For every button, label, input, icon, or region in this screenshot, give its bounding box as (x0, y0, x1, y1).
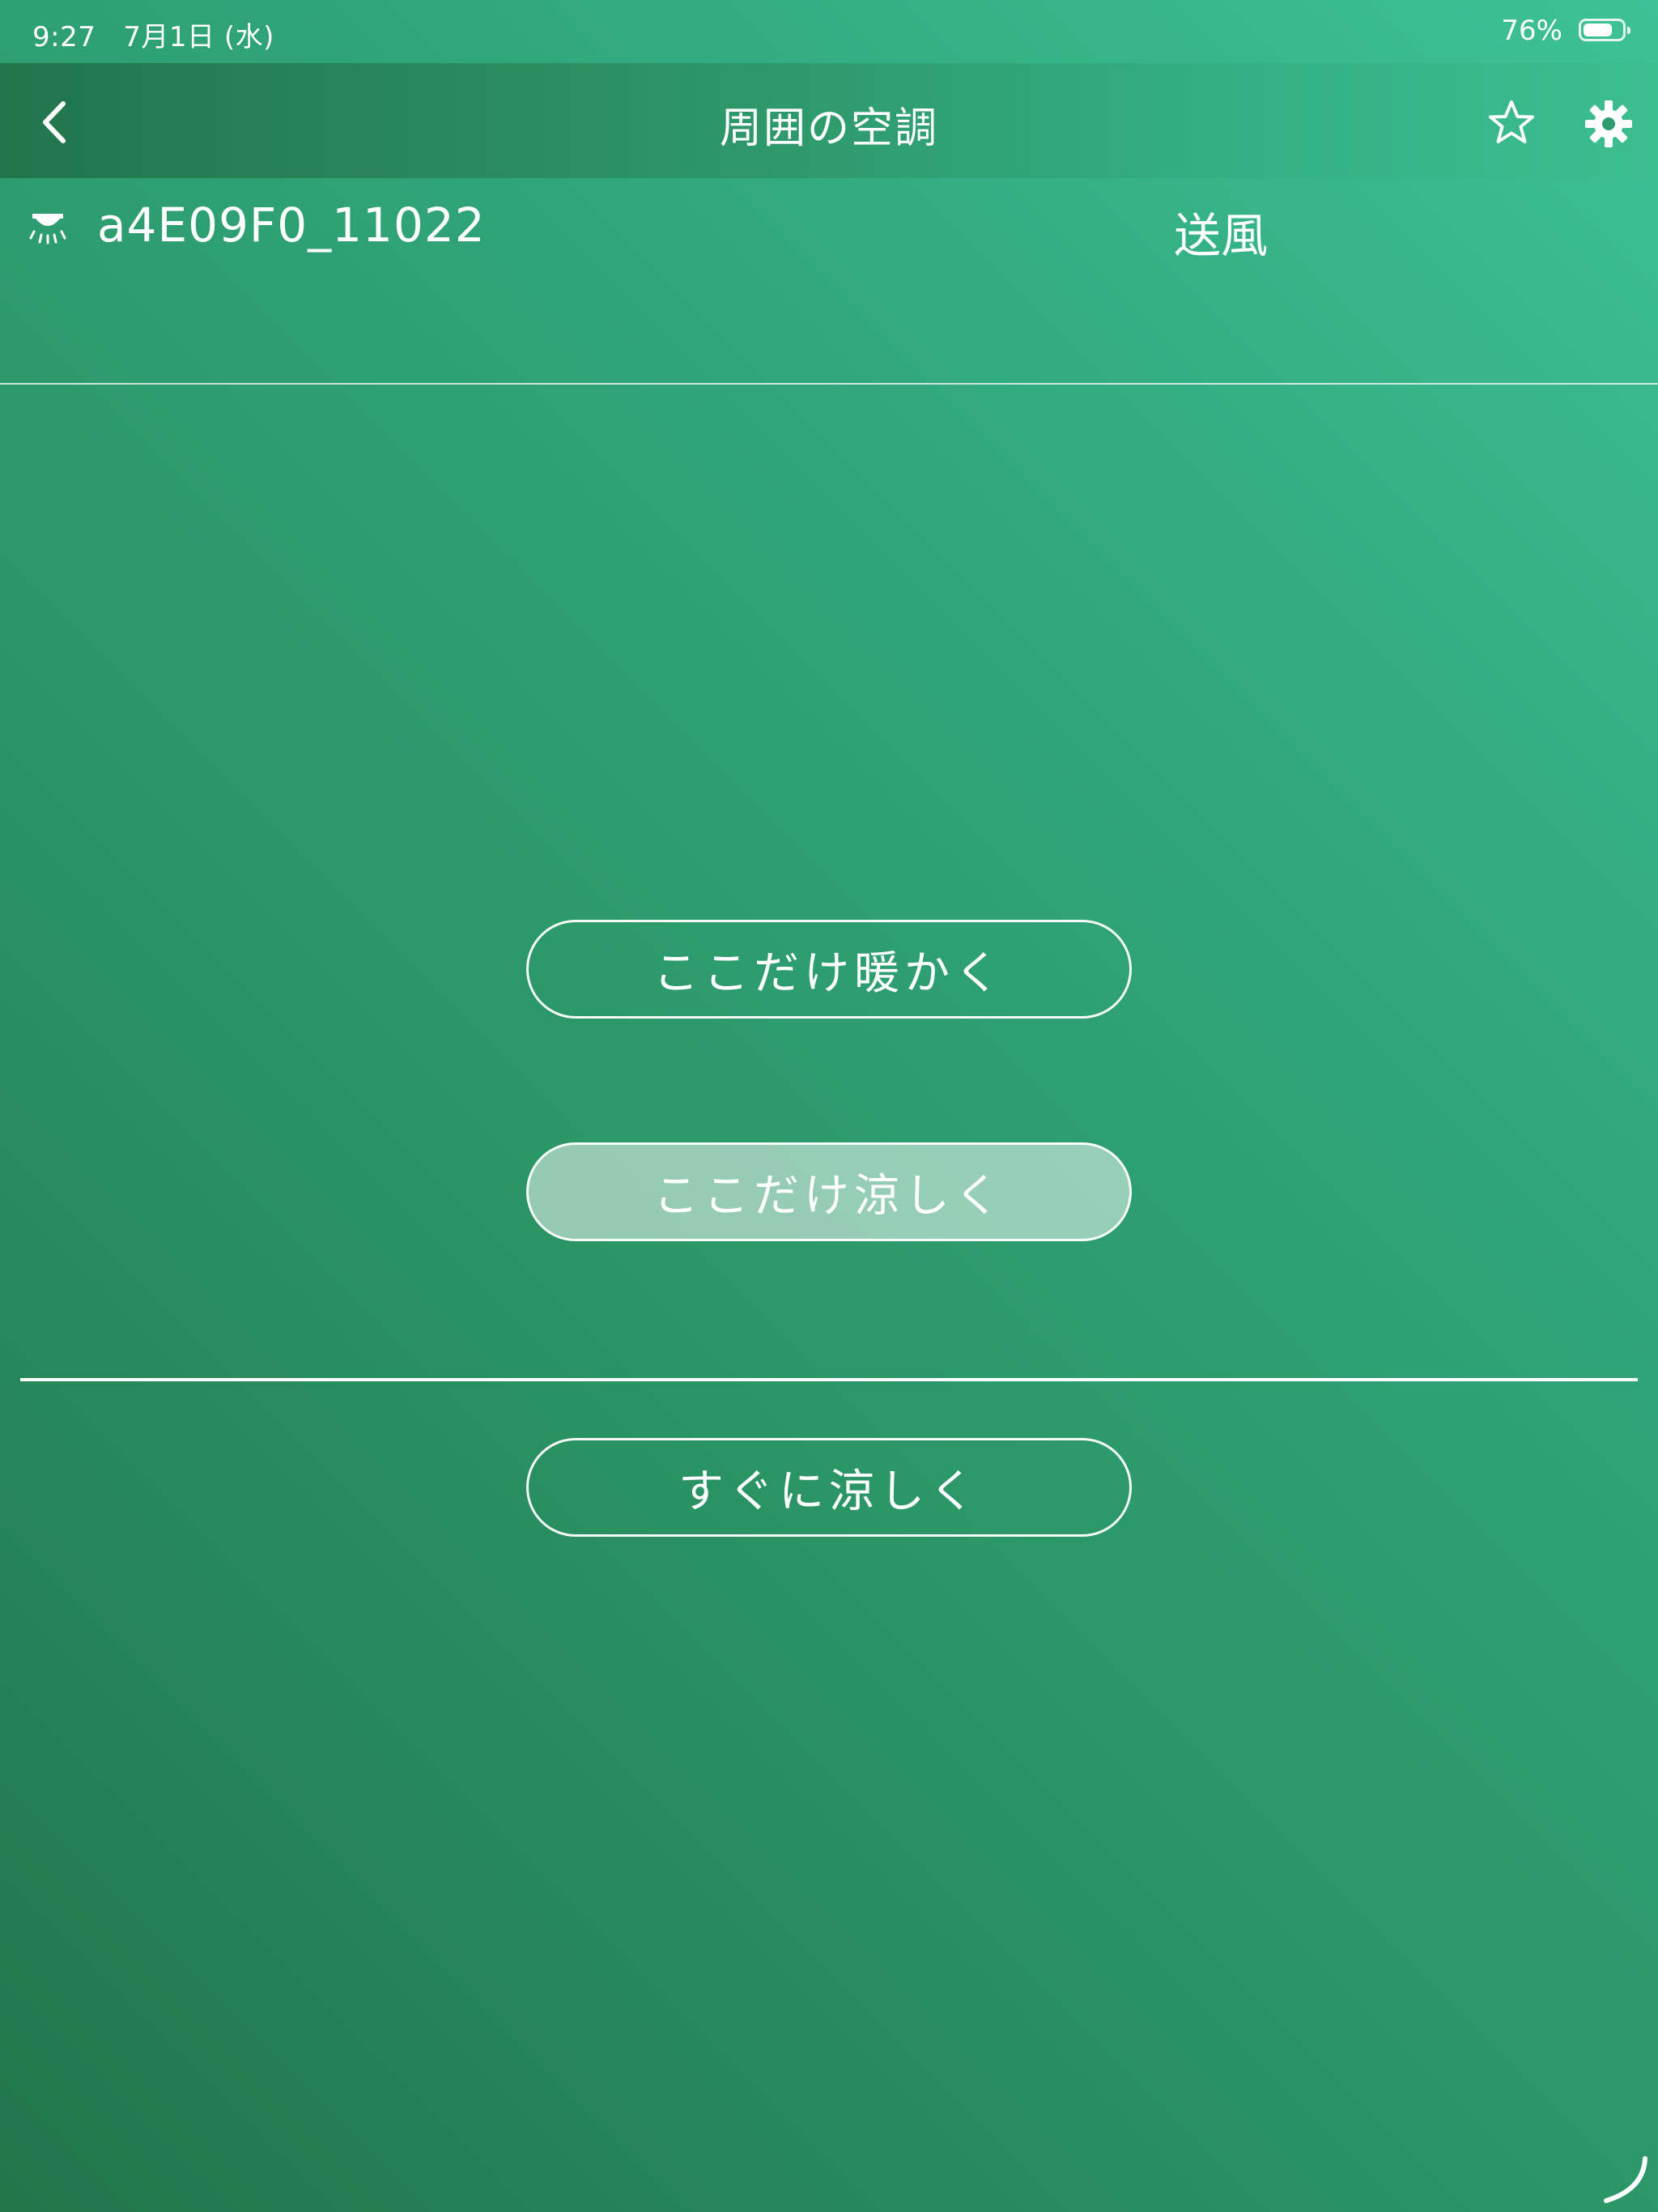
page-title: 周囲の空調 (719, 104, 938, 153)
battery-cap (1627, 27, 1630, 34)
section-divider (20, 1378, 1638, 1381)
battery-fill (1584, 23, 1612, 36)
favorite-button[interactable] (1485, 97, 1538, 151)
status-time: 9:27 7月1日 (水) (32, 15, 274, 54)
battery-icon (1579, 19, 1630, 41)
status-clock: 9:27 (32, 21, 96, 53)
status-bar: 9:27 7月1日 (水) 76% (0, 0, 1658, 63)
device-mode: 送風 (1174, 208, 1269, 263)
battery-percent: 76% (1501, 15, 1562, 47)
warm-here-button[interactable]: ここだけ暖かく (526, 920, 1132, 1019)
cool-here-button[interactable]: ここだけ涼しく (526, 1142, 1132, 1241)
gear-icon (1585, 100, 1632, 147)
device-row: a4E09F0_11022 送風 (0, 178, 1658, 385)
device-name: a4E09F0_11022 (97, 198, 486, 253)
status-date: 7月1日 (水) (123, 21, 274, 53)
star-outline-icon (1489, 100, 1534, 143)
loading-spinner-icon (1604, 2156, 1647, 2203)
ceiling-ac-icon (29, 214, 66, 245)
navigation-bar: 周囲の空調 (0, 63, 1658, 178)
settings-button[interactable] (1582, 97, 1635, 151)
quick-cool-button[interactable]: すぐに涼しく (526, 1438, 1132, 1537)
